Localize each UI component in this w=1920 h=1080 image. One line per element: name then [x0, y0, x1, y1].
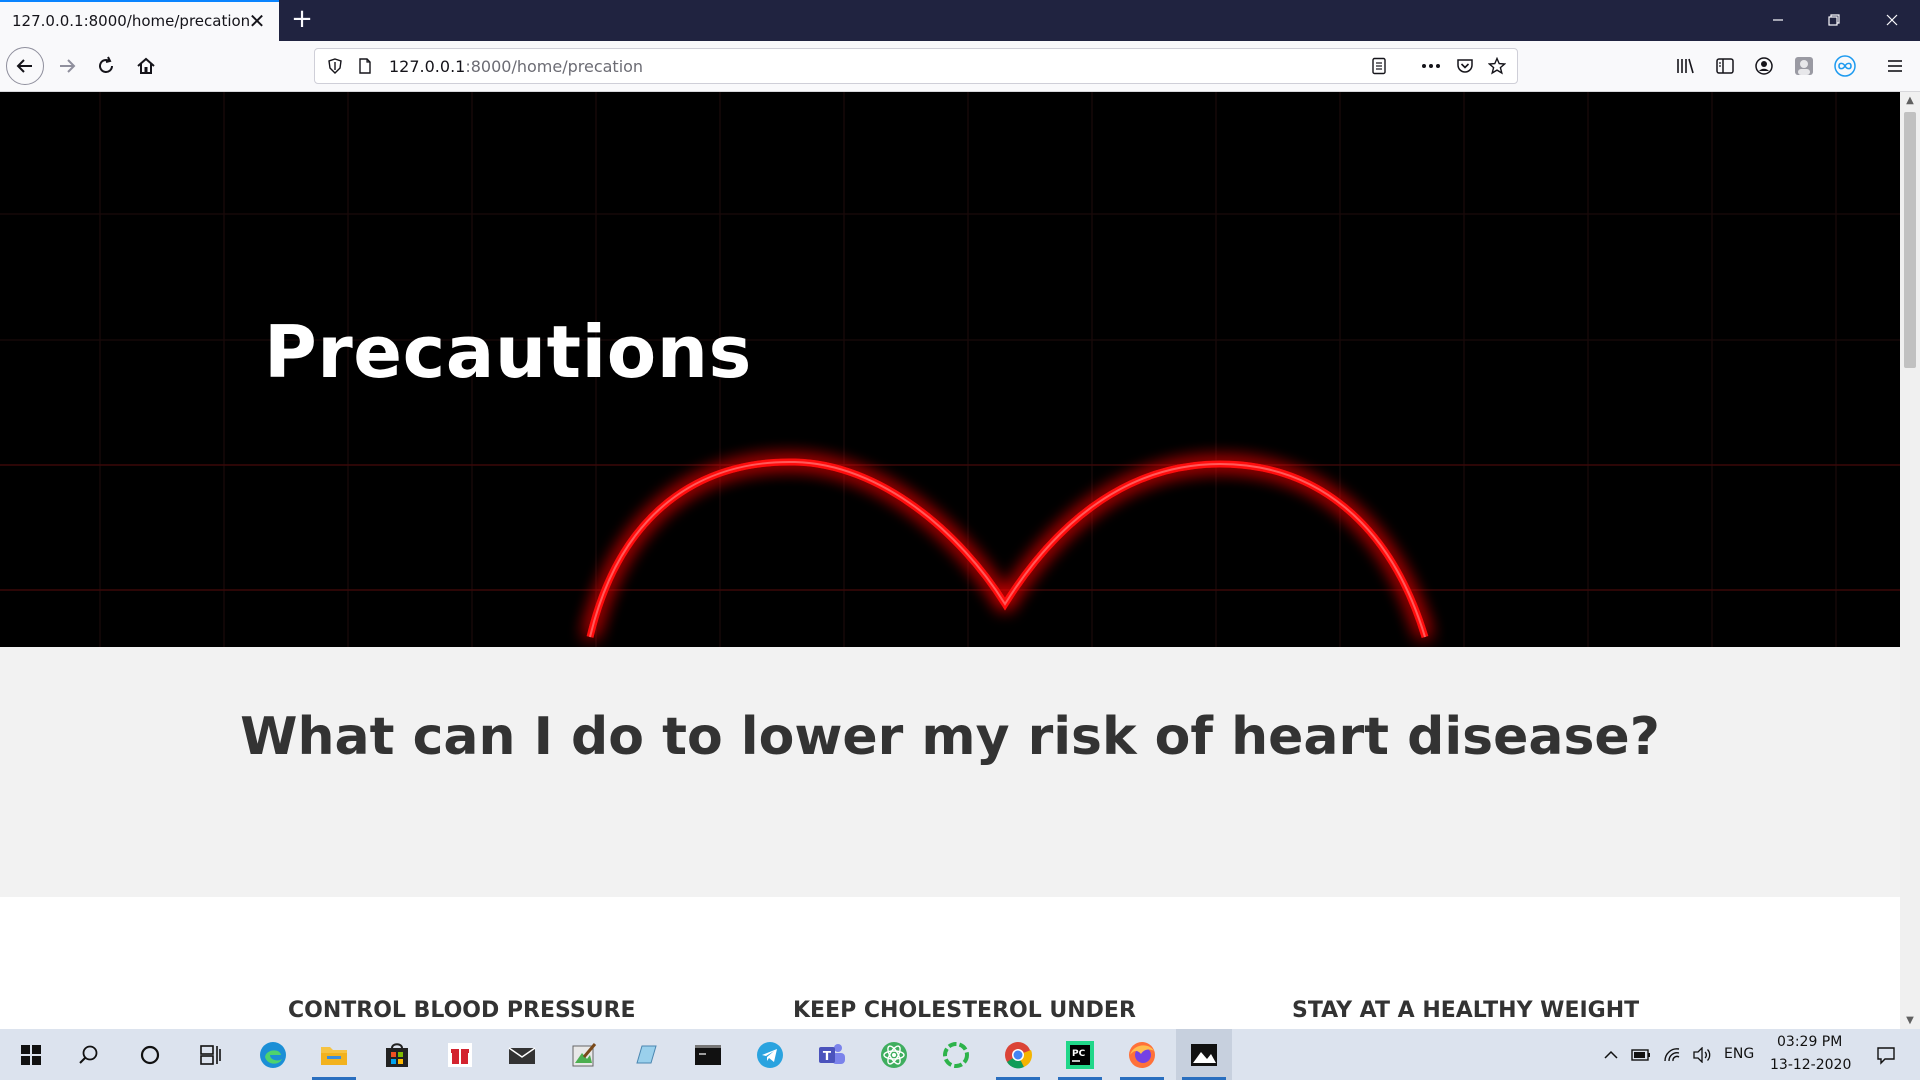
- edge-icon[interactable]: [245, 1029, 301, 1080]
- file-explorer-icon[interactable]: [306, 1029, 362, 1080]
- tray-chevron-up-icon[interactable]: [1598, 1029, 1624, 1080]
- atom-icon[interactable]: [866, 1029, 922, 1080]
- svg-text:T: T: [823, 1049, 832, 1063]
- gift-icon[interactable]: [432, 1029, 488, 1080]
- reload-icon: [99, 56, 113, 73]
- extension-infinity-icon[interactable]: [1831, 52, 1859, 80]
- card-title-healthy-weight: STAY AT A HEALTHY WEIGHT: [1292, 998, 1640, 1023]
- page-viewport: Precautions What can I do to lower my ri…: [0, 92, 1900, 1029]
- clock-time[interactable]: 03:29 PM: [1777, 1034, 1842, 1050]
- minimize-button[interactable]: [1750, 0, 1806, 41]
- notes-icon[interactable]: [618, 1029, 674, 1080]
- account-icon[interactable]: [1750, 52, 1778, 80]
- svg-text:PC: PC: [1072, 1049, 1086, 1059]
- telegram-icon[interactable]: [742, 1029, 798, 1080]
- language-indicator[interactable]: ENG: [1724, 1046, 1754, 1062]
- windows-taskbar: T PC ENG 03:29 PM 13-12-2020: [0, 1029, 1920, 1080]
- navigation-toolbar: 127.0.0.1:8000/home/precation: [0, 41, 1920, 92]
- address-bar[interactable]: 127.0.0.1:8000/home/precation: [314, 48, 1518, 84]
- hamburger-menu-icon[interactable]: [1881, 52, 1909, 80]
- tab-title: 127.0.0.1:8000/home/precation: [12, 12, 251, 30]
- url-text[interactable]: 127.0.0.1:8000/home/precation: [389, 57, 643, 76]
- store-icon[interactable]: [369, 1029, 425, 1080]
- forward-button[interactable]: [48, 47, 86, 85]
- back-arrow-icon: [16, 59, 32, 73]
- reload-button[interactable]: [87, 47, 125, 85]
- sync-icon[interactable]: [928, 1029, 984, 1080]
- page-info-icon[interactable]: [351, 52, 379, 80]
- sidebar-toggle-icon[interactable]: [1711, 52, 1739, 80]
- start-icon[interactable]: [3, 1029, 59, 1080]
- teams-icon[interactable]: T: [804, 1029, 860, 1080]
- paint-icon[interactable]: [556, 1029, 612, 1080]
- task-view-icon[interactable]: [183, 1029, 239, 1080]
- close-icon: [1886, 14, 1898, 26]
- url-host: 127.0.0.1: [389, 57, 466, 76]
- url-path: :8000/home/precation: [465, 57, 644, 76]
- page-title: Precautions: [264, 310, 752, 394]
- home-icon: [137, 57, 155, 74]
- library-icon[interactable]: [1671, 52, 1699, 80]
- hero-banner: Precautions: [0, 92, 1900, 647]
- page-scrollbar[interactable]: ▲ ▼: [1900, 92, 1920, 1029]
- reader-view-icon[interactable]: [1365, 52, 1393, 80]
- notifications-icon[interactable]: [1866, 1029, 1906, 1080]
- forward-arrow-icon: [60, 59, 76, 73]
- home-button[interactable]: [127, 47, 165, 85]
- cortana-icon[interactable]: [122, 1029, 178, 1080]
- close-window-button[interactable]: [1864, 0, 1920, 41]
- scrollbar-thumb[interactable]: [1904, 112, 1916, 368]
- minimize-icon: [1773, 19, 1783, 21]
- scroll-up-icon[interactable]: ▲: [1900, 92, 1920, 109]
- tab-close-icon[interactable]: ✕: [245, 9, 269, 33]
- search-icon[interactable]: [61, 1029, 117, 1080]
- back-button[interactable]: [6, 47, 44, 85]
- extension-avatar-icon[interactable]: [1790, 52, 1818, 80]
- pocket-icon[interactable]: [1451, 52, 1479, 80]
- card-title-blood-pressure: CONTROL BLOOD PRESSURE: [288, 998, 636, 1023]
- browser-titlebar: 127.0.0.1:8000/home/precation ✕ +: [0, 0, 1920, 41]
- bookmark-star-icon[interactable]: [1483, 52, 1511, 80]
- clock-date[interactable]: 13-12-2020: [1770, 1057, 1851, 1073]
- pycharm-icon[interactable]: PC: [1052, 1029, 1108, 1080]
- restore-icon: [1828, 14, 1840, 26]
- restore-button[interactable]: [1806, 0, 1862, 41]
- terminal-icon[interactable]: [680, 1029, 736, 1080]
- photos-icon[interactable]: [1176, 1029, 1232, 1080]
- mail-icon[interactable]: [494, 1029, 550, 1080]
- wifi-icon[interactable]: [1658, 1029, 1686, 1080]
- browser-tab[interactable]: 127.0.0.1:8000/home/precation ✕: [0, 0, 279, 41]
- question-section: What can I do to lower my risk of heart …: [0, 647, 1900, 897]
- more-actions-icon[interactable]: [1417, 52, 1445, 80]
- firefox-icon[interactable]: [1114, 1029, 1170, 1080]
- battery-icon[interactable]: [1627, 1029, 1655, 1080]
- section-heading: What can I do to lower my risk of heart …: [240, 707, 1660, 767]
- volume-icon[interactable]: [1688, 1029, 1716, 1080]
- new-tab-button[interactable]: +: [288, 6, 316, 34]
- scroll-down-icon[interactable]: ▼: [1900, 1012, 1920, 1029]
- shield-icon[interactable]: [321, 52, 349, 80]
- chrome-icon[interactable]: [990, 1029, 1046, 1080]
- card-title-cholesterol: KEEP CHOLESTEROL UNDER: [793, 998, 1136, 1023]
